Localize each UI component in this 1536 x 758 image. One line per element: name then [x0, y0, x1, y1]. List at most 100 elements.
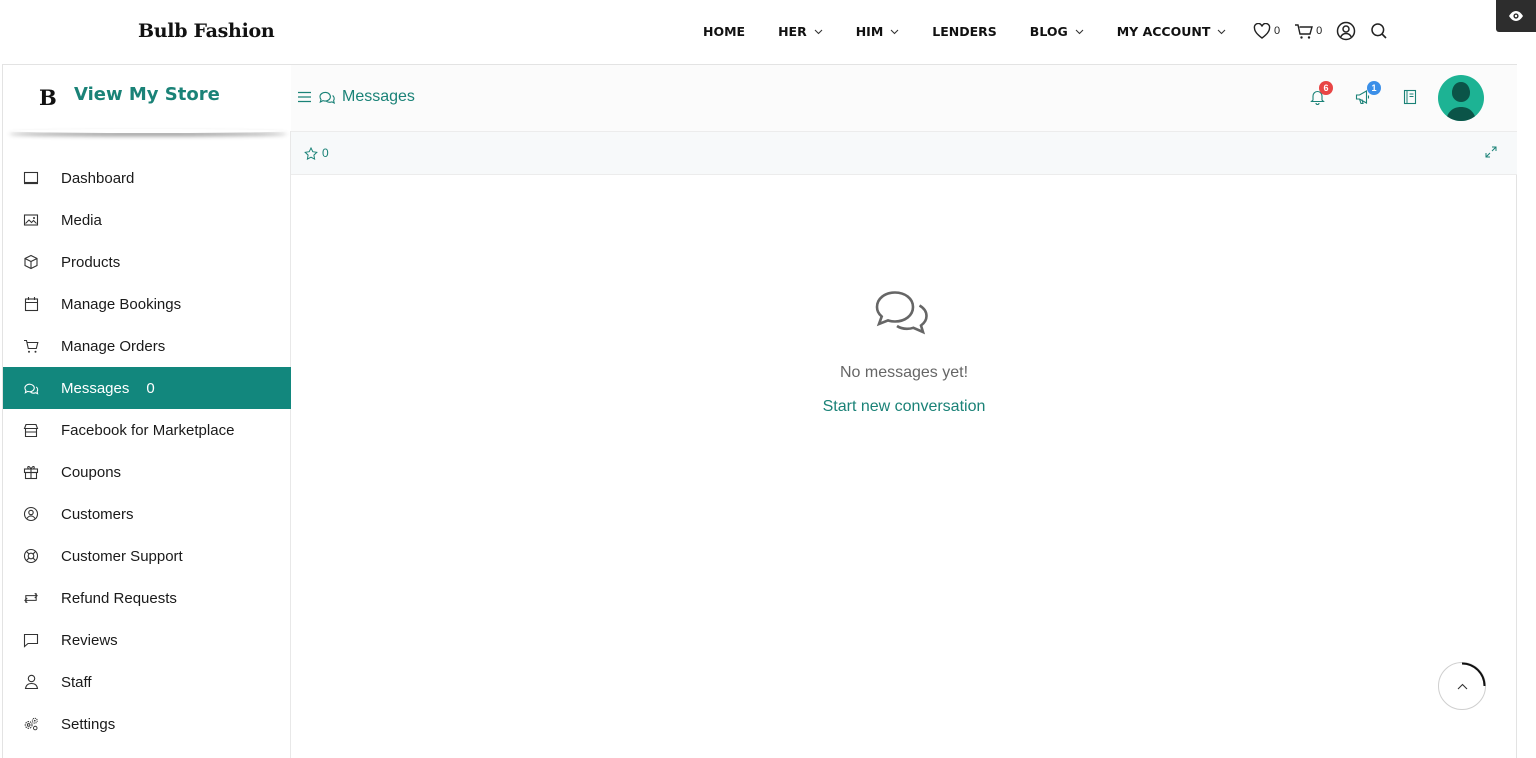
avatar[interactable] [1438, 75, 1484, 121]
expand-icon [1485, 146, 1497, 158]
nav-lenders-label: LENDERS [932, 24, 997, 39]
wishlist-count: 0 [1274, 25, 1281, 37]
sidebar-menu: Dashboard Media Products Manage Bookings… [3, 157, 291, 745]
sidebar-item-customers[interactable]: Customers [3, 493, 291, 535]
book-icon [1403, 89, 1417, 105]
sidebar-item-label: Refund Requests [61, 589, 177, 607]
dashboard-frame: B View My Store Dashboard Media Products… [2, 64, 1517, 758]
sidebar-item-label: Staff [61, 673, 92, 691]
preview-toggle[interactable] [1496, 0, 1536, 32]
nav-him[interactable]: HIM [856, 24, 900, 39]
sidebar-item-media[interactable]: Media [3, 199, 291, 241]
cart-button[interactable]: 0 [1294, 23, 1322, 40]
eye-icon [1509, 11, 1523, 21]
sidebar-item-manage-orders[interactable]: Manage Orders [3, 325, 291, 367]
sidebar-item-staff[interactable]: Staff [3, 661, 291, 703]
sidebar-item-reviews[interactable]: Reviews [3, 619, 291, 661]
sidebar-item-label: Media [61, 211, 102, 229]
gift-icon [23, 466, 39, 480]
chat-bubbles-icon [873, 289, 935, 337]
chat-icon [318, 90, 336, 105]
cart-count: 0 [1316, 25, 1323, 37]
user-icon [24, 674, 38, 690]
chat-icon [24, 383, 39, 395]
sidebar-item-label: Settings [61, 715, 116, 733]
image-icon [23, 214, 39, 226]
nav-home-label: HOME [703, 24, 746, 39]
calendar-icon [24, 297, 38, 312]
sidebar-item-label: Customer Support [61, 547, 183, 565]
scroll-to-top-button[interactable] [1438, 662, 1486, 710]
lifebuoy-icon [23, 548, 39, 564]
sidebar: B View My Store Dashboard Media Products… [3, 65, 291, 758]
sidebar-item-coupons[interactable]: Coupons [3, 451, 291, 493]
header-icons: 0 0 [1253, 21, 1402, 41]
nav-my-account-label: MY ACCOUNT [1116, 24, 1211, 39]
sidebar-item-label: Coupons [61, 463, 122, 481]
chevron-down-icon [890, 29, 899, 34]
store-header: B View My Store [3, 65, 291, 131]
page-title: Messages [342, 88, 415, 105]
nav-her[interactable]: HER [778, 24, 823, 39]
starred-count: 0 [322, 146, 329, 160]
box-icon [24, 254, 38, 270]
sidebar-item-refund-requests[interactable]: Refund Requests [3, 577, 291, 619]
view-my-store-link[interactable]: View My Store [74, 84, 220, 105]
sidebar-item-label: Reviews [61, 631, 118, 649]
starred-filter[interactable]: 0 [304, 146, 329, 160]
sidebar-item-settings[interactable]: Settings [3, 703, 291, 745]
cart-icon [1295, 23, 1314, 39]
sidebar-item-messages[interactable]: Messages 0 [3, 367, 291, 409]
menu-toggle-button[interactable] [297, 91, 312, 103]
sidebar-item-label: Dashboard [61, 169, 135, 187]
nav-my-account[interactable]: MY ACCOUNT [1117, 24, 1227, 39]
sidebar-item-label: Messages [61, 379, 130, 397]
breadcrumb: Messages [297, 88, 415, 106]
knowledgebase-button[interactable] [1403, 89, 1417, 105]
scroll-progress-ring [1461, 662, 1486, 687]
refund-icon [24, 592, 38, 604]
wishlist-button[interactable]: 0 [1253, 23, 1280, 39]
monitor-icon [23, 171, 39, 185]
gears-icon [24, 717, 38, 731]
account-button[interactable] [1336, 21, 1356, 41]
user-circle-icon [1337, 21, 1356, 41]
sidebar-item-products[interactable]: Products [3, 241, 291, 283]
fullscreen-button[interactable] [1485, 146, 1497, 158]
messages-count: 0 [146, 379, 155, 397]
chevron-down-icon [1075, 29, 1084, 34]
sidebar-item-facebook-marketplace[interactable]: Facebook for Marketplace [3, 409, 291, 451]
empty-message: No messages yet! [839, 364, 969, 381]
nav-him-label: HIM [855, 24, 884, 39]
announcements-badge: 1 [1367, 81, 1381, 95]
nav-home[interactable]: HOME [703, 24, 745, 39]
notifications-badge: 6 [1319, 81, 1333, 95]
search-button[interactable] [1370, 22, 1388, 40]
star-icon [304, 146, 318, 160]
dashboard-topbar: Messages 6 1 [291, 65, 1517, 131]
sidebar-item-dashboard[interactable]: Dashboard [3, 157, 291, 199]
start-conversation-link[interactable]: Start new conversation [291, 398, 1517, 416]
sidebar-item-label: Customers [61, 505, 134, 523]
chevron-down-icon [1217, 29, 1226, 34]
sidebar-item-customer-support[interactable]: Customer Support [3, 535, 291, 577]
sidebar-item-label: Products [61, 253, 121, 271]
nav-blog[interactable]: BLOG [1030, 24, 1084, 39]
sidebar-item-label: Manage Orders [61, 337, 166, 355]
nav-lenders[interactable]: LENDERS [932, 24, 997, 39]
store-icon [23, 423, 39, 437]
main-nav: HOME HER HIM LENDERS BLOG MY ACCOUNT [703, 24, 1259, 39]
messages-subbar: 0 [291, 131, 1517, 175]
announcements-button[interactable]: 1 [1355, 81, 1381, 105]
sidebar-item-manage-bookings[interactable]: Manage Bookings [3, 283, 291, 325]
user-circle-icon [23, 506, 39, 522]
chevron-down-icon [814, 29, 823, 34]
site-brand[interactable]: Bulb Fashion [138, 20, 275, 42]
hamburger-icon [298, 91, 311, 103]
nav-blog-label: BLOG [1029, 24, 1068, 39]
sidebar-item-label: Manage Bookings [61, 295, 182, 313]
messages-empty-state: No messages yet! Start new conversation [291, 175, 1517, 758]
sidebar-item-label: Facebook for Marketplace [61, 421, 235, 439]
notifications-button[interactable]: 6 [1310, 81, 1333, 105]
store-logo[interactable]: B [39, 85, 57, 110]
